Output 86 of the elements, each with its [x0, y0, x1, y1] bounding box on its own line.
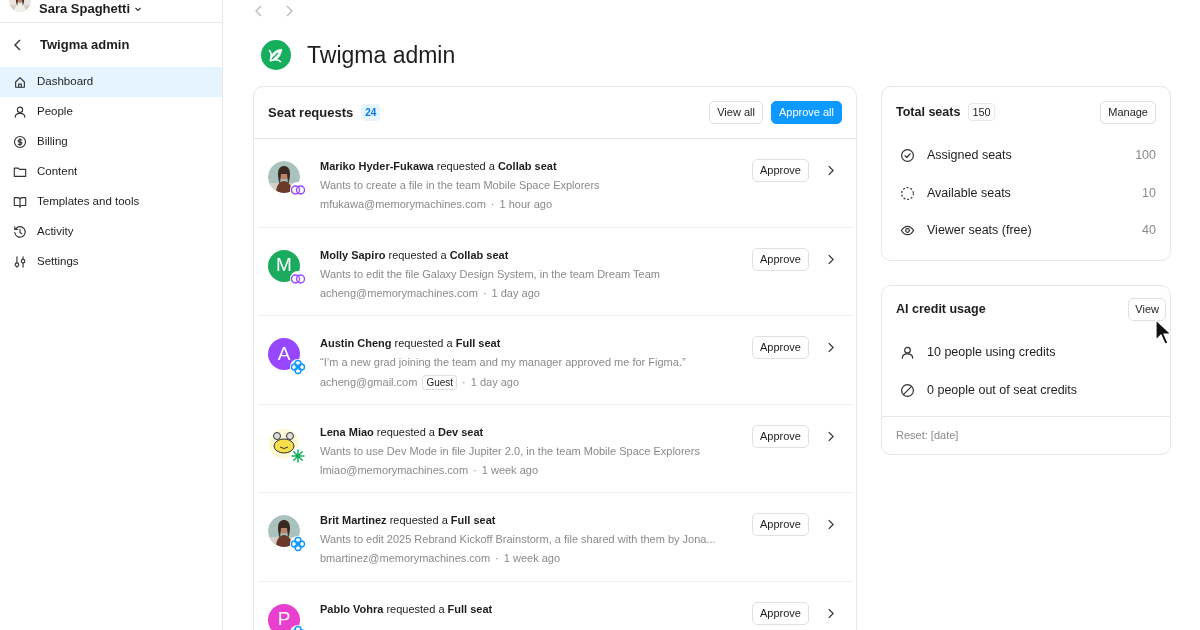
seat-label: Available seats: [927, 184, 1012, 202]
approve-button[interactable]: Approve: [752, 247, 809, 271]
dashed-circle-icon: [900, 185, 915, 201]
seat-count: 40: [1142, 222, 1156, 240]
time-text: 1 week ago: [481, 463, 539, 477]
separator-dot: ·: [495, 552, 499, 565]
sidebar-item[interactable]: Activity: [0, 217, 222, 247]
sidebar-item[interactable]: Dashboard: [0, 67, 222, 97]
folder-icon: [13, 165, 27, 179]
blocked-icon: [900, 383, 915, 398]
seat-label: Assigned seats: [927, 147, 1013, 165]
card-title: Seat requests: [268, 103, 354, 122]
page-title: Twigma admin: [307, 40, 456, 70]
email-text: acheng@memorymachines.com: [320, 286, 478, 300]
separator-dot: ·: [462, 376, 466, 389]
time-text: 1 day ago: [491, 286, 540, 300]
email-text: acheng@gmail.com: [320, 376, 418, 389]
view-all-button[interactable]: View all: [709, 101, 763, 124]
card-title: AI credit usage: [896, 301, 987, 319]
request-heading: Mariko Hyder-Fukawa requested a Collab seat: [320, 160, 558, 173]
linked-rings-icon: [290, 182, 306, 198]
cartoon-avatar-icon: [268, 426, 300, 459]
four-circles-icon: [290, 359, 306, 375]
sidebar-item[interactable]: Billing: [0, 127, 222, 157]
sidebar-title: Twigma admin: [40, 36, 130, 55]
request-heading: Brit Martinez requested a Full seat: [320, 514, 497, 527]
separator-dot: ·: [482, 286, 487, 300]
leaf-logo-icon: [261, 40, 291, 70]
email-text: bmartinez@memorymachines.com: [320, 552, 491, 565]
request-detail: Wants to use Dev Mode in file Jupiter 2.0, in the team Mobile Space Explorers: [320, 444, 701, 458]
approve-button[interactable]: Approve: [752, 513, 809, 536]
linked-rings-icon: [290, 270, 306, 287]
approve-button[interactable]: Approve: [752, 424, 809, 448]
caret-icon: [134, 5, 143, 13]
chevron-right-icon[interactable]: [827, 165, 834, 176]
chevron-right-icon[interactable]: [827, 519, 834, 530]
separator-dot: ·: [473, 463, 477, 477]
time-text: 1 day ago: [470, 376, 520, 389]
four-circles-icon: [290, 536, 306, 552]
approve-button[interactable]: Approve: [752, 601, 809, 625]
request-heading: Lena Miao requested a Dev seat: [320, 425, 485, 439]
chevron-right-icon[interactable]: [827, 342, 834, 353]
time-text: 1 week ago: [503, 552, 561, 565]
approve-button[interactable]: Approve: [752, 159, 809, 182]
chevron-right-icon[interactable]: [827, 253, 834, 265]
reset-date-text: Reset: [date]: [896, 427, 959, 443]
card-title: Total seats: [896, 103, 961, 121]
user-menu[interactable]: Sara Spaghetti: [39, 0, 143, 18]
person-icon: [900, 345, 915, 360]
credit-stat-text: 10 people using credits: [927, 344, 1056, 362]
home-icon: [13, 75, 27, 89]
request-detail: Wants to edit 2025 Rebrand Kickoff Brainstorm, a file shared with them by Jona...: [320, 533, 717, 546]
seat-count: 100: [1135, 147, 1156, 165]
seat-label: Viewer seats (free): [927, 222, 1033, 240]
request-detail: “I’m a new grad joining the team and my manager approved me for Figma.”: [320, 356, 687, 369]
sidebar-item[interactable]: Templates and tools: [0, 187, 222, 217]
approve-button[interactable]: Approve: [752, 336, 809, 359]
chevron-right-icon[interactable]: [827, 607, 834, 619]
count-badge: 24: [361, 104, 381, 121]
sidebar-item[interactable]: Settings: [0, 247, 222, 277]
request-heading: Pablo Vohra requested a Full seat: [320, 602, 494, 616]
back-icon[interactable]: [14, 39, 22, 51]
history-icon: [13, 225, 27, 239]
book-icon: [13, 195, 27, 209]
credit-stat-text: 0 people out of seat credits: [927, 382, 1078, 400]
sidebar-item[interactable]: Content: [0, 157, 222, 187]
separator-dot: ·: [490, 198, 495, 211]
sidebar-item[interactable]: People: [0, 97, 222, 127]
view-button[interactable]: View: [1128, 298, 1166, 321]
email-text: mfukawa@memorymachines.com: [320, 198, 486, 211]
dollar-circle-icon: [13, 135, 27, 149]
manage-button[interactable]: Manage: [1100, 100, 1156, 124]
mouse-cursor-icon: [1155, 318, 1173, 345]
count-badge: 150: [968, 102, 995, 122]
request-heading: Austin Cheng requested a Full seat: [320, 337, 502, 350]
time-text: 1 hour ago: [499, 198, 553, 211]
person-icon: [13, 105, 27, 119]
guest-tag: Guest: [422, 375, 458, 390]
request-detail: Wants to edit the file Galaxy Design System, in the team Dream Team: [320, 267, 661, 281]
request-detail: Wants to create a file in the team Mobile Space Explorers: [320, 179, 601, 192]
request-heading: Molly Sapiro requested a Collab seat: [320, 248, 510, 262]
email-text: lmiao@memorymachines.com: [320, 463, 469, 477]
seat-count: 10: [1142, 184, 1156, 202]
chevron-right-icon[interactable]: [827, 430, 834, 442]
check-circle-icon: [900, 148, 915, 164]
sliders-icon: [13, 255, 27, 269]
